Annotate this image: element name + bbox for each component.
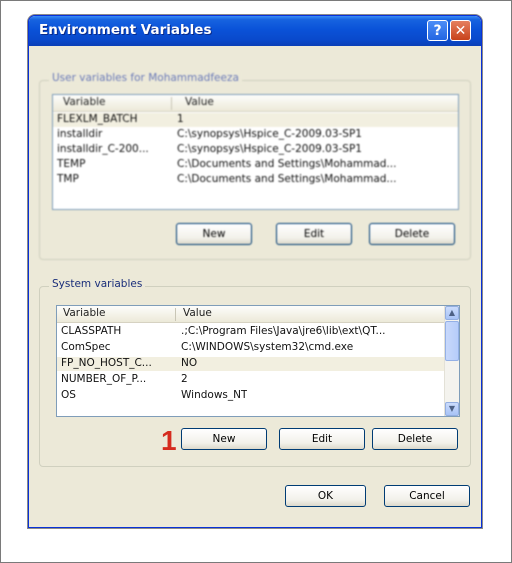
window-title: Environment Variables	[39, 22, 212, 38]
step-marker: 1	[161, 425, 177, 456]
user-var-row[interactable]: installdir_C-200... C:\synopsys\Hspice_C…	[53, 143, 458, 157]
user-list-header: Variable Value	[53, 95, 458, 112]
white-area	[0, 536, 512, 563]
system-var-value: .;C:\Program Files\Java\jre6\lib\ext\QT.…	[181, 325, 386, 337]
system-col-variable[interactable]: Variable	[63, 307, 106, 319]
system-list-header: Variable Value	[57, 306, 444, 323]
user-edit-button[interactable]: Edit	[276, 223, 352, 245]
system-var-row[interactable]: OS Windows_NT	[57, 389, 444, 403]
scroll-down-arrow-icon[interactable]: ▼	[445, 402, 459, 416]
user-var-row[interactable]: TEMP C:\Documents and Settings\Mohammad.…	[53, 158, 458, 172]
system-edit-button[interactable]: Edit	[279, 428, 365, 450]
user-var-value: C:\synopsys\Hspice_C-2009.03-SP1	[177, 128, 362, 140]
user-var-name: TMP	[57, 173, 79, 185]
user-col-value[interactable]: Value	[185, 96, 214, 108]
system-var-name: OS	[61, 389, 76, 401]
environment-variables-dialog: Environment Variables ? ✕ User variables…	[28, 15, 482, 528]
user-new-button[interactable]: New	[176, 223, 252, 245]
system-variables-list[interactable]: Variable Value CLASSPATH .;C:\Program Fi…	[56, 305, 460, 417]
cancel-button[interactable]: Cancel	[384, 485, 470, 507]
user-var-value: C:\Documents and Settings\Mohammad...	[177, 173, 397, 185]
system-var-name: NUMBER_OF_P...	[61, 373, 147, 385]
system-var-value: C:\WINDOWS\system32\cmd.exe	[181, 341, 354, 353]
title-bar: Environment Variables ? ✕	[29, 16, 481, 46]
close-button[interactable]: ✕	[450, 20, 471, 41]
user-var-value: 1	[177, 113, 184, 125]
system-var-name: CLASSPATH	[61, 325, 122, 337]
system-var-value: 2	[181, 373, 188, 385]
user-var-row[interactable]: installdir C:\synopsys\Hspice_C-2009.03-…	[53, 128, 458, 142]
user-var-name: FLEXLM_BATCH	[57, 113, 138, 125]
system-delete-button[interactable]: Delete	[372, 428, 458, 450]
scrollbar-thumb[interactable]	[445, 321, 459, 361]
system-variables-label: System variables	[49, 278, 146, 290]
system-col-value[interactable]: Value	[183, 307, 212, 319]
system-var-value: NO	[181, 357, 198, 369]
user-variables-label: User variables for Mohammadfeeza	[49, 72, 242, 84]
system-var-name: ComSpec	[61, 341, 111, 353]
user-variables-list[interactable]: Variable Value FLEXLM_BATCH 1 installdir…	[52, 94, 459, 210]
system-var-row[interactable]: FP_NO_HOST_C... NO	[57, 357, 444, 371]
system-new-button[interactable]: New	[181, 428, 267, 450]
user-var-name: installdir_C-200...	[57, 143, 149, 155]
user-var-value: C:\synopsys\Hspice_C-2009.03-SP1	[177, 143, 362, 155]
system-var-name: FP_NO_HOST_C...	[61, 357, 152, 369]
system-var-value: Windows_NT	[181, 389, 248, 401]
system-var-row[interactable]: NUMBER_OF_P... 2	[57, 373, 444, 387]
user-var-row[interactable]: FLEXLM_BATCH 1	[53, 113, 458, 127]
user-delete-button[interactable]: Delete	[369, 223, 455, 245]
user-var-name: TEMP	[57, 158, 86, 170]
user-var-row[interactable]: TMP C:\Documents and Settings\Mohammad..…	[53, 173, 458, 187]
scroll-up-arrow-icon[interactable]: ▲	[445, 306, 459, 320]
user-col-variable[interactable]: Variable	[63, 96, 106, 108]
system-list-scrollbar[interactable]: ▲ ▼	[444, 306, 459, 416]
ok-button[interactable]: OK	[285, 485, 366, 507]
user-var-name: installdir	[57, 128, 103, 140]
system-var-row[interactable]: ComSpec C:\WINDOWS\system32\cmd.exe	[57, 341, 444, 355]
user-var-value: C:\Documents and Settings\Mohammad...	[177, 158, 397, 170]
system-var-row[interactable]: CLASSPATH .;C:\Program Files\Java\jre6\l…	[57, 325, 444, 339]
help-button[interactable]: ?	[427, 20, 448, 41]
